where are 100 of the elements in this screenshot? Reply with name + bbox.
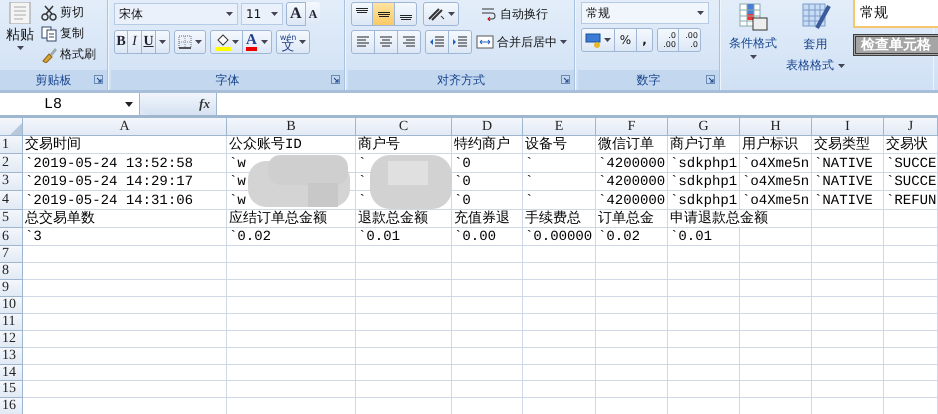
- conditional-formatting-button[interactable]: 条件格式: [726, 2, 780, 88]
- dropdown-caret-icon[interactable]: [271, 12, 278, 16]
- dropdown-caret-icon: [750, 55, 756, 59]
- row-header[interactable]: 9: [0, 280, 23, 298]
- fill-color-button[interactable]: [210, 30, 243, 54]
- decrease-indent-button[interactable]: [425, 30, 449, 54]
- phonetic-button[interactable]: wén 文: [276, 30, 310, 54]
- font-name-dropdown[interactable]: 宋体: [114, 3, 238, 25]
- clipboard-button[interactable]: 格式刷: [41, 44, 96, 65]
- dialog-launcher-icon[interactable]: [94, 75, 103, 84]
- format-as-table-button[interactable]: 套用 表格格式: [786, 2, 845, 88]
- dropdown-caret-icon[interactable]: [260, 40, 268, 44]
- dialog-launcher-icon[interactable]: [331, 75, 340, 84]
- row-header[interactable]: 11: [0, 314, 23, 331]
- font-color-button[interactable]: A: [243, 30, 272, 54]
- table-cell: [452, 280, 523, 298]
- increase-indent-button[interactable]: [449, 30, 472, 54]
- column-header[interactable]: D: [452, 118, 523, 136]
- shrink-font-button[interactable]: A: [306, 2, 320, 26]
- group-label: 数字: [578, 70, 719, 90]
- row-header[interactable]: 10: [0, 297, 23, 314]
- table-cell: `0.02: [227, 228, 356, 246]
- orientation-button[interactable]: [423, 2, 459, 26]
- name-box[interactable]: L8: [0, 93, 140, 115]
- table-cell: [740, 246, 812, 264]
- group-label: 字体: [111, 70, 344, 90]
- vertical-align-button[interactable]: [395, 2, 417, 26]
- clipboard-button[interactable]: 剪切: [41, 2, 96, 23]
- insert-function-button[interactable]: fx: [199, 96, 210, 112]
- grow-font-button[interactable]: A: [286, 2, 306, 26]
- font-size-dropdown[interactable]: 11: [241, 3, 283, 25]
- wrap-text-button[interactable]: 自动换行: [481, 3, 548, 25]
- dropdown-caret-icon[interactable]: [232, 40, 239, 44]
- row-header[interactable]: 3: [0, 172, 23, 192]
- increase-decimal-button[interactable]: .00 .0: [679, 28, 701, 52]
- table-cell: `0.01: [356, 228, 452, 246]
- align-right-button[interactable]: [398, 30, 421, 54]
- cell-style-normal[interactable]: 常规: [853, 0, 938, 28]
- percent-button[interactable]: %: [615, 28, 637, 52]
- row-header[interactable]: 5: [0, 210, 23, 228]
- row-header[interactable]: 1: [0, 136, 23, 154]
- table-cell: `o4Xme5n: [740, 154, 812, 173]
- align-center-button[interactable]: [375, 30, 398, 54]
- clipboard-button[interactable]: 复制: [41, 23, 96, 44]
- column-header[interactable]: H: [740, 118, 812, 136]
- dropdown-caret-icon[interactable]: [604, 38, 611, 42]
- row-header[interactable]: 8: [0, 263, 23, 280]
- column-header[interactable]: F: [596, 118, 668, 136]
- dropdown-caret-icon[interactable]: [159, 40, 166, 44]
- dialog-launcher-icon[interactable]: [706, 75, 715, 84]
- row-header[interactable]: 6: [0, 228, 23, 246]
- row-header[interactable]: 4: [0, 191, 23, 210]
- column-header[interactable]: B: [227, 118, 356, 136]
- dropdown-caret-icon[interactable]: [195, 40, 202, 44]
- table-cell: 交易类型: [812, 136, 884, 154]
- table-cell: [668, 364, 740, 382]
- row-header[interactable]: 12: [0, 330, 23, 348]
- currency-button[interactable]: [581, 28, 615, 52]
- table-cell: 用户标识: [740, 136, 812, 154]
- table-cell: `4200000: [596, 154, 668, 173]
- table-cell: `2019-05-24 14:29:17: [23, 172, 227, 192]
- borders-button[interactable]: [174, 30, 206, 54]
- paste-button[interactable]: 粘贴: [3, 2, 37, 68]
- column-header[interactable]: E: [523, 118, 596, 136]
- underline-options-button[interactable]: [156, 30, 170, 54]
- row-header[interactable]: 13: [0, 348, 23, 365]
- row-header[interactable]: 7: [0, 246, 23, 264]
- column-header[interactable]: I: [812, 118, 884, 136]
- table-cell: `0.00: [452, 228, 523, 246]
- formula-input[interactable]: [216, 93, 938, 115]
- row-header[interactable]: 14: [0, 364, 23, 382]
- column-header[interactable]: C: [356, 118, 452, 136]
- table-cell: `4200000: [596, 191, 668, 210]
- row-header[interactable]: 2: [0, 154, 23, 173]
- row-header[interactable]: 16: [0, 398, 23, 414]
- vertical-align-button[interactable]: [373, 2, 395, 26]
- underline-button[interactable]: U: [142, 30, 156, 54]
- decrease-decimal-button[interactable]: .0 .00: [657, 28, 679, 52]
- dialog-launcher-icon[interactable]: [561, 75, 570, 84]
- vertical-align-button[interactable]: [351, 2, 373, 26]
- italic-button[interactable]: I: [128, 30, 142, 54]
- dropdown-caret-icon[interactable]: [299, 40, 306, 44]
- column-header[interactable]: G: [668, 118, 740, 136]
- align-left-button[interactable]: [351, 30, 375, 54]
- table-cell: [812, 364, 884, 382]
- dropdown-caret-icon[interactable]: [226, 12, 233, 16]
- comma-style-button[interactable]: ,: [637, 28, 653, 52]
- table-cell: 特约商户: [452, 136, 523, 154]
- table-cell: [596, 263, 668, 280]
- table-cell: [740, 280, 812, 298]
- dropdown-caret-icon[interactable]: [697, 11, 704, 15]
- bold-button[interactable]: B: [114, 30, 128, 54]
- number-format-dropdown[interactable]: 常规: [581, 2, 709, 24]
- dropdown-caret-icon[interactable]: [448, 12, 455, 16]
- merge-center-button[interactable]: 合并后居中: [476, 31, 567, 53]
- row-header[interactable]: 15: [0, 381, 23, 398]
- column-header[interactable]: A: [23, 118, 227, 136]
- column-header[interactable]: J: [884, 118, 938, 136]
- dropdown-caret-icon[interactable]: [125, 102, 133, 106]
- dropdown-caret-icon[interactable]: [560, 40, 567, 44]
